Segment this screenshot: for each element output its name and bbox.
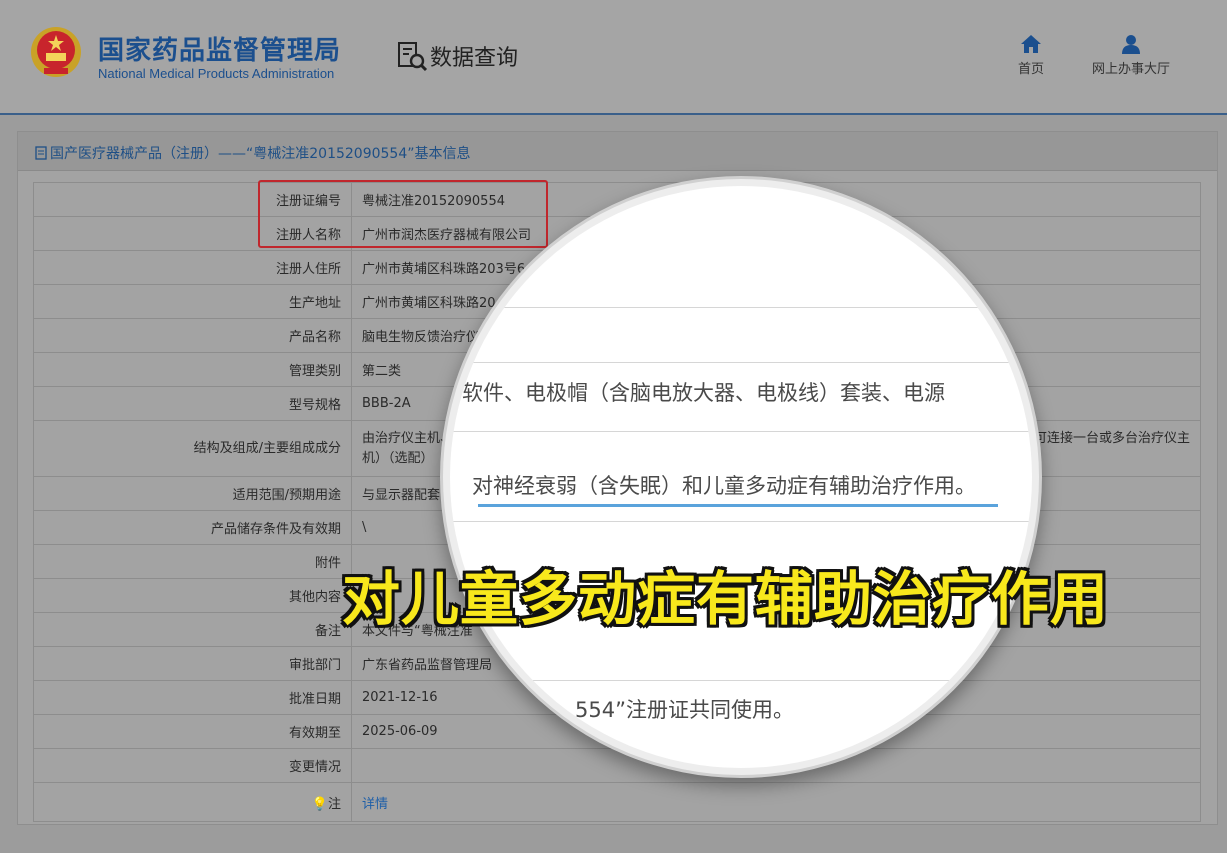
nav-online-hall[interactable]: 网上办事大厅 — [1092, 34, 1170, 77]
row-label: 型号规格 — [33, 386, 352, 421]
divider — [450, 307, 1032, 308]
row-label: 审批部门 — [33, 646, 352, 681]
data-query-link[interactable]: 数据查询 — [396, 40, 518, 72]
data-query-label: 数据查询 — [430, 46, 519, 71]
row-label: 注 — [327, 796, 341, 812]
document-search-icon — [398, 42, 428, 72]
table-row: 注册证编号 粤械注准20152090554 — [33, 182, 1201, 217]
row-label: 产品名称 — [33, 318, 352, 353]
row-label: 结构及组成/主要组成成分 — [33, 420, 352, 477]
nav-home-label: 首页 — [1018, 62, 1045, 77]
row-label: 附件 — [33, 544, 352, 579]
magnifier-lens: 软件、电极帽（含脑电放大器、电极线）套装、电源 对神经衰弱（含失眠）和儿童多动症… — [450, 186, 1032, 768]
magnified-note-text: 554”注册证共同使用。 — [575, 698, 794, 722]
note-label-cell: 💡注 — [33, 782, 352, 822]
usage-underline — [478, 504, 998, 507]
row-label: 变更情况 — [33, 748, 352, 783]
magnified-usage-text: 对神经衰弱（含失眠）和儿童多动症有辅助治疗作用。 — [472, 474, 976, 498]
row-label: 产品储存条件及有效期 — [33, 510, 352, 545]
row-label: 有效期至 — [33, 714, 352, 749]
table-row: 变更情况 — [33, 748, 1201, 783]
panel-title: 国产医疗器械产品（注册）——“粤械注准20152090554”基本信息 — [50, 146, 471, 162]
highlight-box — [258, 180, 548, 248]
lightbulb-icon: 💡 — [311, 796, 328, 812]
detail-link[interactable]: 详情 — [362, 797, 388, 812]
agency-name-en: National Medical Products Administration — [98, 66, 335, 81]
row-label: 备注 — [33, 612, 352, 647]
divider — [450, 521, 1032, 522]
structure-text-left: 由治疗仪主机、 — [362, 430, 454, 446]
document-icon — [35, 146, 47, 160]
divider — [450, 680, 1032, 681]
row-label: 适用范围/预期用途 — [33, 476, 352, 511]
detail-cell: 详情 — [351, 782, 1201, 822]
caption-overlay: 对儿童多动症有辅助治疗作用 — [340, 564, 1110, 635]
panel-title-bar: 国产医疗器械产品（注册）——“粤械注准20152090554”基本信息 — [18, 132, 1217, 171]
divider — [450, 362, 1032, 363]
nav-online-hall-label: 网上办事大厅 — [1092, 62, 1171, 77]
user-icon — [1122, 35, 1140, 54]
magnified-structure-text: 软件、电极帽（含脑电放大器、电极线）套装、电源 — [462, 381, 945, 405]
site-header: 国家药品监督管理局 National Medical Products Admi… — [0, 0, 1227, 115]
agency-name-cn: 国家药品监督管理局 — [98, 36, 342, 66]
row-label: 管理类别 — [33, 352, 352, 387]
national-emblem-icon — [31, 27, 81, 77]
nav-home[interactable]: 首页 — [1018, 34, 1044, 77]
row-label: 批准日期 — [33, 680, 352, 715]
row-label: 生产地址 — [33, 284, 352, 319]
table-row: 💡注 详情 — [33, 782, 1201, 822]
row-label: 其他内容 — [33, 578, 352, 613]
structure-text-right: 可连接一台或多台治疗仪主 — [1033, 430, 1190, 446]
home-icon — [1021, 35, 1041, 53]
divider — [450, 431, 1032, 432]
row-label: 注册人住所 — [33, 250, 352, 285]
